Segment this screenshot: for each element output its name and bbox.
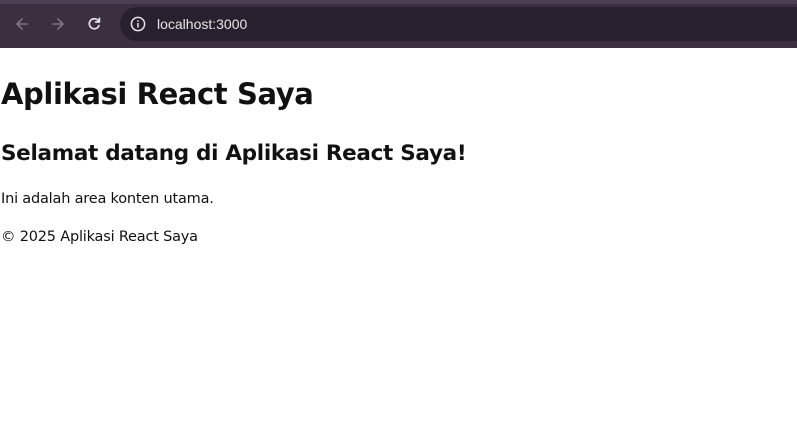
- browser-toolbar: localhost:3000: [0, 0, 797, 48]
- page-content: Aplikasi React Saya Selamat datang di Ap…: [0, 48, 797, 445]
- info-icon: [130, 16, 146, 32]
- forward-button[interactable]: [46, 12, 70, 36]
- arrow-left-icon: [16, 18, 28, 30]
- reload-button[interactable]: [82, 12, 106, 36]
- arrow-right-icon: [52, 18, 64, 30]
- app-title: Aplikasi React Saya: [1, 77, 314, 111]
- browser-top-strip: [0, 0, 797, 4]
- address-bar[interactable]: localhost:3000: [120, 7, 797, 41]
- back-button[interactable]: [10, 12, 34, 36]
- footer-text: © 2025 Aplikasi React Saya: [1, 229, 198, 245]
- reload-icon: [88, 17, 101, 30]
- main-content-text: Ini adalah area konten utama.: [1, 191, 214, 207]
- site-info-button[interactable]: [128, 14, 148, 34]
- url-text[interactable]: localhost:3000: [157, 16, 247, 32]
- welcome-heading: Selamat datang di Aplikasi React Saya!: [1, 141, 467, 166]
